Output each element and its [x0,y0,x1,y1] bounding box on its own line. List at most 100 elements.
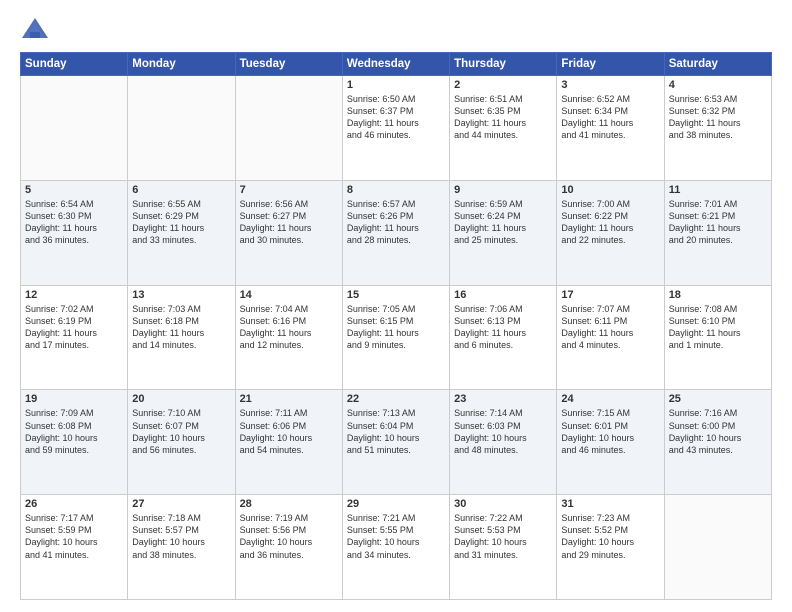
calendar-cell: 4 Sunrise: 6:53 AM Sunset: 6:32 PM Daylig… [664,76,771,181]
day-header-sunday: Sunday [21,53,128,76]
day-number: 8 [347,184,445,196]
calendar-cell: 3 Sunrise: 6:52 AM Sunset: 6:34 PM Daylig… [557,76,664,181]
day-info: Sunrise: 7:09 AM Sunset: 6:08 PM Dayligh… [25,407,123,456]
day-number: 30 [454,498,552,510]
logo [20,16,54,42]
calendar-cell: 7 Sunrise: 6:56 AM Sunset: 6:27 PM Daylig… [235,180,342,285]
day-info: Sunrise: 6:52 AM Sunset: 6:34 PM Dayligh… [561,93,659,142]
page: SundayMondayTuesdayWednesdayThursdayFrid… [0,0,792,612]
day-number: 27 [132,498,230,510]
day-info: Sunrise: 6:54 AM Sunset: 6:30 PM Dayligh… [25,198,123,247]
calendar-week-4: 19 Sunrise: 7:09 AM Sunset: 6:08 PM Dayli… [21,390,772,495]
calendar-cell: 12 Sunrise: 7:02 AM Sunset: 6:19 PM Dayli… [21,285,128,390]
day-info: Sunrise: 7:23 AM Sunset: 5:52 PM Dayligh… [561,512,659,561]
day-number: 4 [669,79,767,91]
calendar-week-1: 1 Sunrise: 6:50 AM Sunset: 6:37 PM Daylig… [21,76,772,181]
day-info: Sunrise: 7:10 AM Sunset: 6:07 PM Dayligh… [132,407,230,456]
day-number: 16 [454,289,552,301]
day-info: Sunrise: 6:59 AM Sunset: 6:24 PM Dayligh… [454,198,552,247]
logo-icon [20,16,50,42]
calendar-week-2: 5 Sunrise: 6:54 AM Sunset: 6:30 PM Daylig… [21,180,772,285]
day-number: 19 [25,393,123,405]
day-number: 20 [132,393,230,405]
calendar-cell: 23 Sunrise: 7:14 AM Sunset: 6:03 PM Dayli… [450,390,557,495]
calendar-cell: 10 Sunrise: 7:00 AM Sunset: 6:22 PM Dayli… [557,180,664,285]
day-number: 9 [454,184,552,196]
calendar-week-3: 12 Sunrise: 7:02 AM Sunset: 6:19 PM Dayli… [21,285,772,390]
day-number: 5 [25,184,123,196]
day-info: Sunrise: 7:07 AM Sunset: 6:11 PM Dayligh… [561,303,659,352]
day-info: Sunrise: 7:01 AM Sunset: 6:21 PM Dayligh… [669,198,767,247]
day-number: 31 [561,498,659,510]
day-number: 23 [454,393,552,405]
day-header-wednesday: Wednesday [342,53,449,76]
day-number: 17 [561,289,659,301]
day-info: Sunrise: 7:17 AM Sunset: 5:59 PM Dayligh… [25,512,123,561]
day-info: Sunrise: 7:18 AM Sunset: 5:57 PM Dayligh… [132,512,230,561]
calendar-cell: 5 Sunrise: 6:54 AM Sunset: 6:30 PM Daylig… [21,180,128,285]
day-info: Sunrise: 7:08 AM Sunset: 6:10 PM Dayligh… [669,303,767,352]
day-header-thursday: Thursday [450,53,557,76]
day-number: 2 [454,79,552,91]
calendar-cell [21,76,128,181]
calendar-cell: 14 Sunrise: 7:04 AM Sunset: 6:16 PM Dayli… [235,285,342,390]
day-info: Sunrise: 7:15 AM Sunset: 6:01 PM Dayligh… [561,407,659,456]
day-number: 26 [25,498,123,510]
day-info: Sunrise: 7:16 AM Sunset: 6:00 PM Dayligh… [669,407,767,456]
calendar-cell: 17 Sunrise: 7:07 AM Sunset: 6:11 PM Dayli… [557,285,664,390]
calendar-cell [128,76,235,181]
calendar-cell: 26 Sunrise: 7:17 AM Sunset: 5:59 PM Dayli… [21,495,128,600]
calendar-cell: 16 Sunrise: 7:06 AM Sunset: 6:13 PM Dayli… [450,285,557,390]
calendar-cell: 21Sunrise: 7:11 AM Sunset: 6:06 PM Dayli… [235,390,342,495]
day-header-tuesday: Tuesday [235,53,342,76]
calendar-cell: 22 Sunrise: 7:13 AM Sunset: 6:04 PM Dayli… [342,390,449,495]
day-number: 22 [347,393,445,405]
calendar-cell: 18 Sunrise: 7:08 AM Sunset: 6:10 PM Dayli… [664,285,771,390]
day-number: 6 [132,184,230,196]
calendar-cell [664,495,771,600]
day-info: Sunrise: 7:06 AM Sunset: 6:13 PM Dayligh… [454,303,552,352]
day-number: 14 [240,289,338,301]
day-number: 7 [240,184,338,196]
day-number: 1 [347,79,445,91]
day-number: 12 [25,289,123,301]
calendar-week-5: 26 Sunrise: 7:17 AM Sunset: 5:59 PM Dayli… [21,495,772,600]
day-header-monday: Monday [128,53,235,76]
day-number: 18 [669,289,767,301]
day-header-saturday: Saturday [664,53,771,76]
calendar-cell: 28Sunrise: 7:19 AM Sunset: 5:56 PM Dayli… [235,495,342,600]
day-info: Sunrise: 6:53 AM Sunset: 6:32 PM Dayligh… [669,93,767,142]
calendar-cell [235,76,342,181]
day-info: Sunrise: 7:03 AM Sunset: 6:18 PM Dayligh… [132,303,230,352]
day-info: Sunrise: 6:50 AM Sunset: 6:37 PM Dayligh… [347,93,445,142]
day-info: Sunrise: 7:14 AM Sunset: 6:03 PM Dayligh… [454,407,552,456]
day-header-friday: Friday [557,53,664,76]
day-number: 3 [561,79,659,91]
day-number: 24 [561,393,659,405]
day-info: Sunrise: 7:00 AM Sunset: 6:22 PM Dayligh… [561,198,659,247]
calendar-cell: 27 Sunrise: 7:18 AM Sunset: 5:57 PM Dayli… [128,495,235,600]
calendar-cell: 6Sunrise: 6:55 AM Sunset: 6:29 PM Daylig… [128,180,235,285]
calendar-header-row: SundayMondayTuesdayWednesdayThursdayFrid… [21,53,772,76]
day-number: 25 [669,393,767,405]
day-number: 10 [561,184,659,196]
day-number: 29 [347,498,445,510]
calendar-cell: 15 Sunrise: 7:05 AM Sunset: 6:15 PM Dayli… [342,285,449,390]
day-number: 28 [240,498,338,510]
day-number: 15 [347,289,445,301]
calendar-cell: 25 Sunrise: 7:16 AM Sunset: 6:00 PM Dayli… [664,390,771,495]
day-info: Sunrise: 6:56 AM Sunset: 6:27 PM Dayligh… [240,198,338,247]
day-info: Sunrise: 7:05 AM Sunset: 6:15 PM Dayligh… [347,303,445,352]
calendar-cell: 2Sunrise: 6:51 AM Sunset: 6:35 PM Daylig… [450,76,557,181]
day-number: 11 [669,184,767,196]
calendar-cell: 11 Sunrise: 7:01 AM Sunset: 6:21 PM Dayli… [664,180,771,285]
day-info: Sunrise: 7:13 AM Sunset: 6:04 PM Dayligh… [347,407,445,456]
day-info: Sunrise: 7:02 AM Sunset: 6:19 PM Dayligh… [25,303,123,352]
calendar-cell: 24 Sunrise: 7:15 AM Sunset: 6:01 PM Dayli… [557,390,664,495]
calendar-cell: 8Sunrise: 6:57 AM Sunset: 6:26 PM Daylig… [342,180,449,285]
calendar-cell: 31 Sunrise: 7:23 AM Sunset: 5:52 PM Dayli… [557,495,664,600]
day-info: Sunrise: 7:04 AM Sunset: 6:16 PM Dayligh… [240,303,338,352]
day-number: 21 [240,393,338,405]
calendar-cell: 29Sunrise: 7:21 AM Sunset: 5:55 PM Dayli… [342,495,449,600]
calendar-cell: 30Sunrise: 7:22 AM Sunset: 5:53 PM Dayli… [450,495,557,600]
